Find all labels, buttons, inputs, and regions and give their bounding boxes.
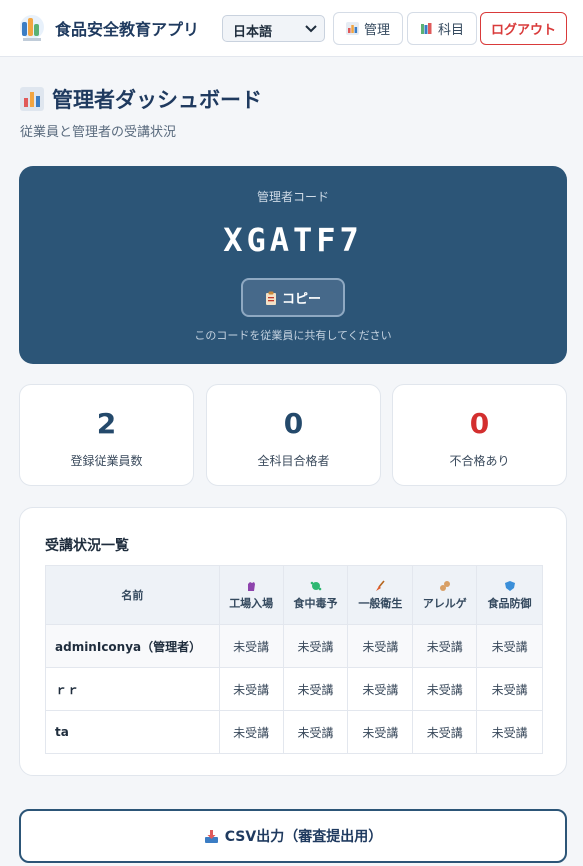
stat-value: 0 xyxy=(469,407,490,440)
app-header: 食品安全教育アプリ 日本語 管理 科目 ログアウト xyxy=(0,0,583,57)
nav-subject-label: 科目 xyxy=(437,23,464,38)
csv-export-button[interactable]: CSV出力（審査提出用） xyxy=(19,809,567,863)
stat-value: 2 xyxy=(96,407,117,440)
glove-icon xyxy=(248,581,256,591)
table-cell: 未受講 xyxy=(282,710,349,754)
column-header-food-poisoning: 食中毒予 xyxy=(282,565,349,625)
copy-code-label: コピー xyxy=(281,292,321,307)
peanut-icon xyxy=(439,580,450,591)
attendance-table: 名前 工場入場 食中毒予 一般衛生 アレルゲ 食品防御 adminIconya（… xyxy=(45,565,543,754)
column-header-label: 食中毒予 xyxy=(293,596,338,610)
stat-card-registered: 2 登録従業員数 xyxy=(19,384,194,486)
table-cell: 未受講 xyxy=(412,710,478,754)
chevron-down-icon xyxy=(305,25,317,33)
table-cell: 未受講 xyxy=(412,624,478,668)
nav-admin-label: 管理 xyxy=(363,23,390,38)
table-cell: 未受講 xyxy=(218,667,284,711)
bar-chart-icon xyxy=(20,87,44,111)
table-cell: 未受講 xyxy=(218,624,284,668)
column-header-hygiene: 一般衛生 xyxy=(347,565,414,625)
stat-value: 0 xyxy=(283,407,304,440)
row-name: adminIconya（管理者） xyxy=(45,624,220,668)
column-header-label: 工場入場 xyxy=(229,596,274,610)
row-name: ta xyxy=(45,710,220,754)
table-row: adminIconya（管理者） 未受講 未受講 未受講 未受講 未受講 xyxy=(45,624,543,668)
admin-code-card: 管理者コード XGATF7 コピー このコードを従業員に共有してください xyxy=(19,166,567,364)
language-select[interactable]: 日本語 xyxy=(222,15,325,42)
bar-chart-icon xyxy=(345,22,359,35)
attendance-card: 受講状況一覧 名前 工場入場 食中毒予 一般衛生 アレルゲ 食品防御 admin… xyxy=(19,507,567,776)
table-row: ｒｒ 未受講 未受講 未受講 未受講 未受講 xyxy=(45,667,543,711)
admin-code-hint: このコードを従業員に共有してください xyxy=(194,329,392,342)
table-cell: 未受講 xyxy=(218,710,284,754)
copy-code-button[interactable]: コピー xyxy=(241,278,345,317)
shield-icon xyxy=(504,580,515,591)
column-header-name: 名前 xyxy=(45,565,220,625)
column-header-food-defense: 食品防御 xyxy=(476,565,543,625)
page-title: 管理者ダッシュボード xyxy=(20,84,262,114)
table-cell: 未受講 xyxy=(347,624,414,668)
table-cell: 未受講 xyxy=(347,667,414,711)
stat-card-all-passed: 0 全科目合格者 xyxy=(206,384,381,486)
column-header-label: 食品防御 xyxy=(487,596,532,610)
table-cell: 未受講 xyxy=(347,710,414,754)
column-header-label: アレルゲ xyxy=(422,596,467,610)
inbox-tray-icon xyxy=(204,829,218,843)
table-cell: 未受講 xyxy=(282,667,349,711)
page-subtitle: 従業員と管理者の受講状況 xyxy=(20,125,177,140)
stat-card-failed: 0 不合格あり xyxy=(392,384,567,486)
stat-label: 登録従業員数 xyxy=(70,454,143,468)
table-row: ta 未受講 未受講 未受講 未受講 未受講 xyxy=(45,710,543,754)
table-cell: 未受講 xyxy=(282,624,349,668)
page-title-text: 管理者ダッシュボード xyxy=(52,88,262,112)
attendance-title: 受講状況一覧 xyxy=(45,538,129,554)
table-cell: 未受講 xyxy=(476,624,543,668)
column-header-label: 一般衛生 xyxy=(358,596,403,610)
nav-admin-button[interactable]: 管理 xyxy=(333,12,403,45)
csv-export-label: CSV出力（審査提出用） xyxy=(224,829,383,845)
table-cell: 未受講 xyxy=(476,667,543,711)
books-icon xyxy=(420,23,432,34)
microbe-icon xyxy=(310,581,321,590)
column-header-allergen: アレルゲ xyxy=(412,565,478,625)
admin-code-value: XGATF7 xyxy=(223,221,363,259)
row-name: ｒｒ xyxy=(45,667,220,711)
app-title: 食品安全教育アプリ xyxy=(55,20,200,39)
stat-label: 不合格あり xyxy=(449,454,510,468)
language-select-value: 日本語 xyxy=(233,25,273,40)
broom-icon xyxy=(376,579,385,591)
stat-label: 全科目合格者 xyxy=(257,454,330,468)
clipboard-icon xyxy=(265,291,276,305)
nav-subject-button[interactable]: 科目 xyxy=(407,12,477,45)
table-cell: 未受講 xyxy=(476,710,543,754)
table-cell: 未受講 xyxy=(412,667,478,711)
app-logo xyxy=(20,15,44,41)
admin-code-label: 管理者コード xyxy=(256,190,329,204)
logout-button[interactable]: ログアウト xyxy=(480,12,567,45)
column-header-factory: 工場入場 xyxy=(218,565,284,625)
